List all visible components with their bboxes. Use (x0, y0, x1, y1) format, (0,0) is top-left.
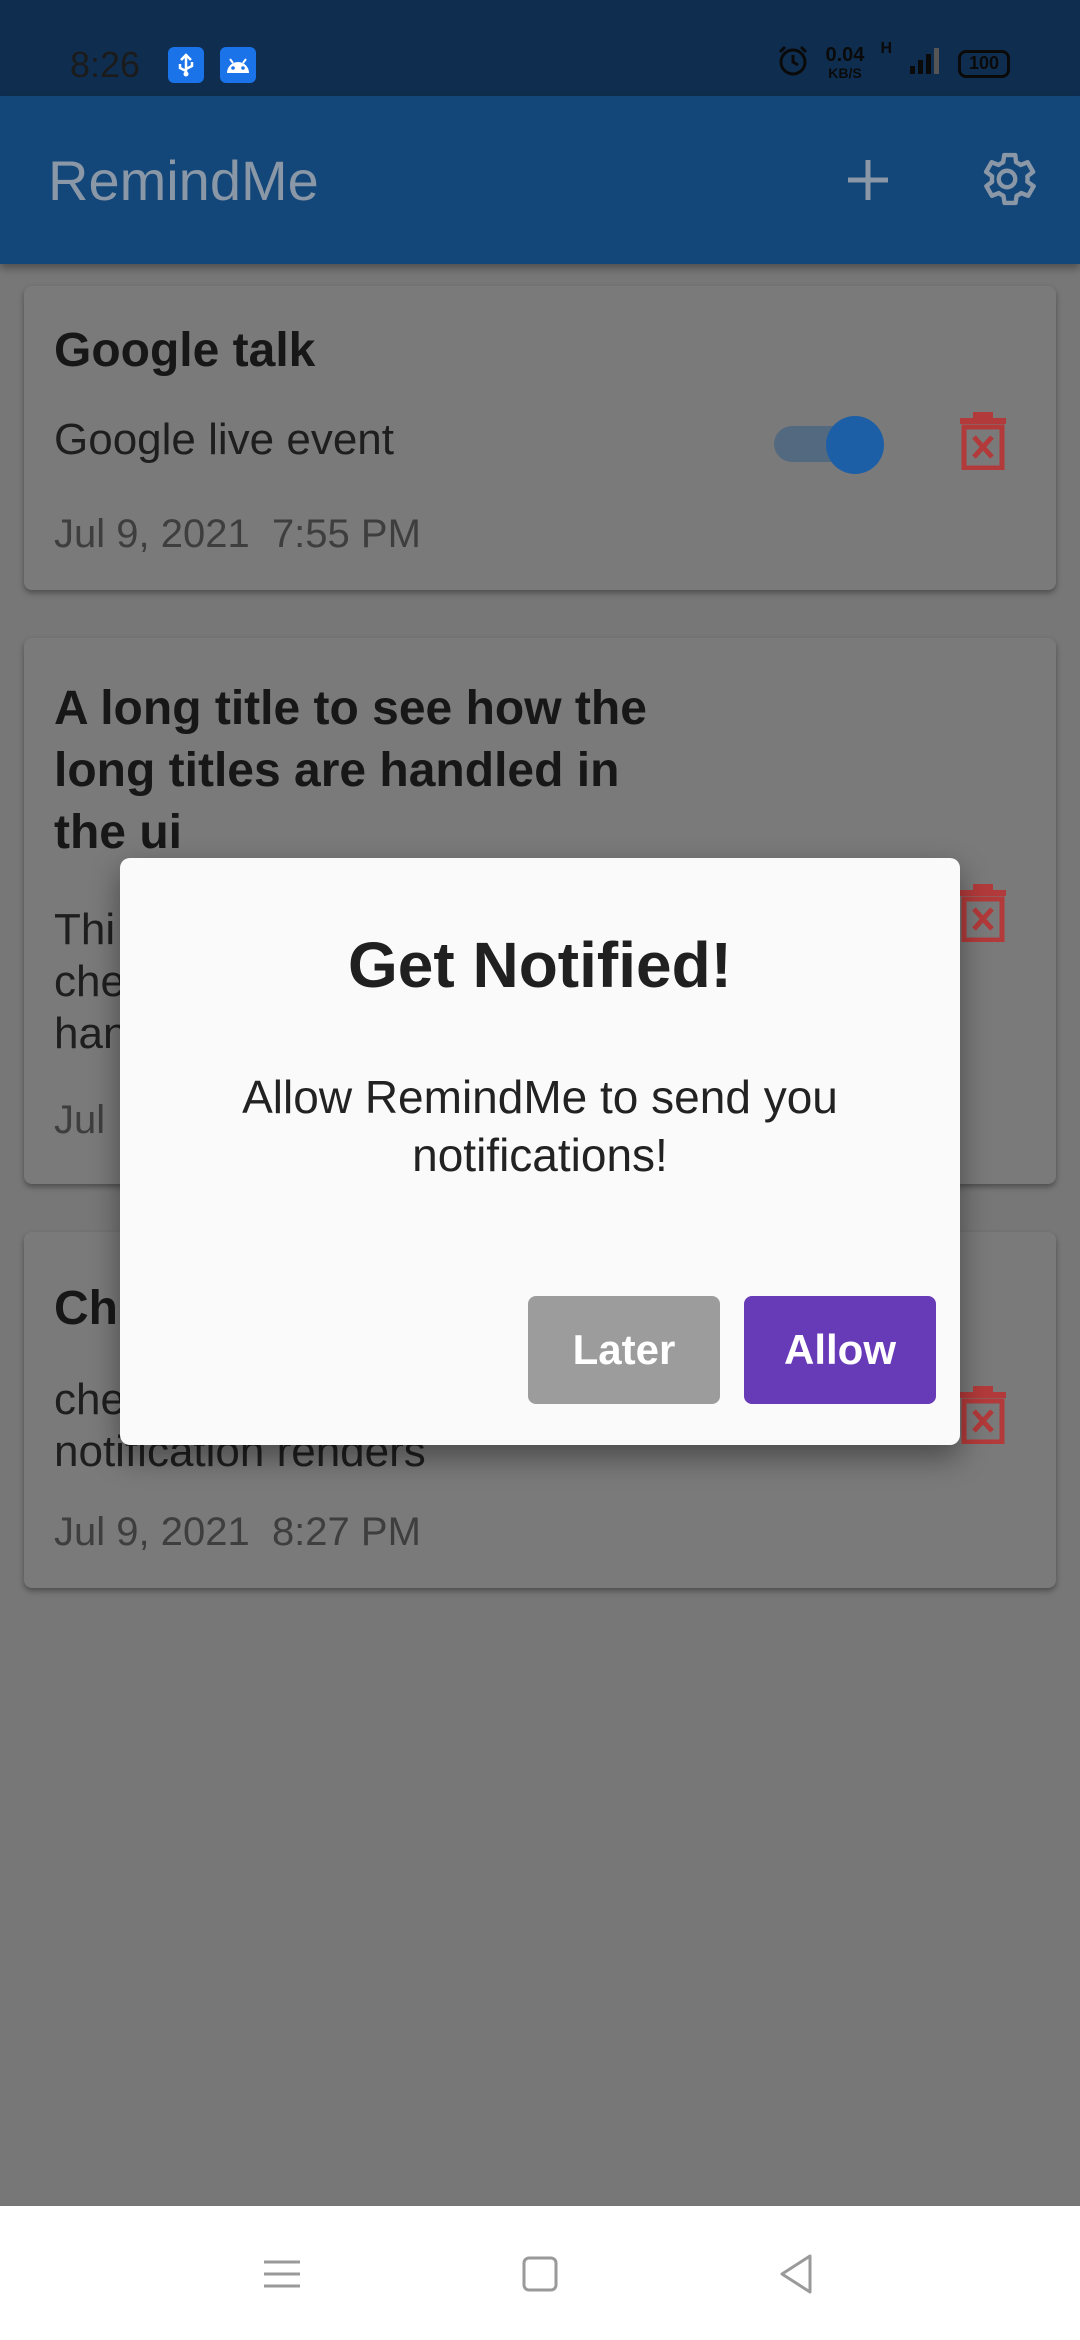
speed-value: 0.04 (825, 43, 865, 66)
reminder-time: 7:55 PM (271, 512, 421, 556)
menu-icon (264, 2260, 300, 2288)
notification-permission-dialog: Get Notified! Allow RemindMe to send you… (120, 858, 960, 1445)
android-icon (220, 47, 256, 83)
reminder-datetime: Jul 9, 2021 8:27 PM (54, 1510, 421, 1555)
usb-icon (168, 47, 204, 83)
reminder-date: Jul (54, 1098, 106, 1142)
reminder-date: Jul 9, 2021 (54, 512, 250, 556)
delete-button[interactable] (958, 882, 1008, 943)
battery-indicator: 100 (958, 49, 1010, 78)
reminder-toggle[interactable] (774, 416, 884, 474)
reminder-date: Jul 9, 2021 (54, 1510, 250, 1554)
app-bar: RemindMe (0, 96, 1080, 264)
later-button[interactable]: Later (528, 1296, 720, 1404)
reminder-time: 8:27 PM (271, 1510, 421, 1554)
dialog-message: Allow RemindMe to send you notifications… (242, 1071, 838, 1181)
home-button[interactable] (512, 2246, 568, 2302)
network-type: H (880, 40, 892, 57)
system-navigation-bar (0, 2206, 1080, 2340)
reminder-title-line: A long title to see how the (54, 682, 647, 735)
status-time: 8:26 (70, 44, 141, 85)
reminder-title: A long title to see how the long titles … (54, 678, 647, 864)
reminder-description-line: che (54, 957, 125, 1006)
reminder-datetime: Jul 9, 2021 7:55 PM (54, 512, 421, 557)
reminder-title-line: long titles are handled in (54, 744, 620, 797)
delete-icon (960, 884, 1006, 943)
reminder-card[interactable]: Google talk Google live event Jul 9, 202… (24, 286, 1056, 590)
toggle-thumb (826, 416, 884, 474)
delete-icon (960, 412, 1006, 471)
add-reminder-button[interactable] (836, 148, 900, 212)
recent-apps-button[interactable] (254, 2246, 310, 2302)
app-title: RemindMe (48, 149, 319, 212)
settings-button[interactable] (974, 146, 1040, 212)
alarm-icon (776, 44, 810, 83)
reminder-description: Thi che han (54, 904, 127, 1060)
reminder-description-line: han (54, 1009, 128, 1058)
status-bar: 8:26 0.04 KB/S H 100 (0, 0, 1080, 96)
status-right: 0.04 KB/S H 100 (776, 40, 1010, 83)
delete-button[interactable] (958, 410, 1008, 471)
back-triangle-icon (780, 2254, 812, 2294)
delete-button[interactable] (958, 1384, 1008, 1445)
gear-icon (983, 152, 1036, 206)
add-icon (848, 160, 888, 200)
reminder-description-line: Thi (54, 905, 116, 954)
speed-unit: KB/S (828, 64, 862, 81)
back-button[interactable] (768, 2246, 824, 2302)
allow-button[interactable]: Allow (744, 1296, 936, 1404)
delete-icon (960, 1386, 1006, 1445)
reminder-title: Google talk (54, 324, 316, 377)
dialog-title: Get Notified! (348, 929, 732, 1001)
network-speed: 0.04 KB/S (825, 43, 865, 82)
home-square-icon (522, 2256, 558, 2292)
signal-icon (908, 46, 942, 81)
reminder-description: Google live event (54, 415, 394, 464)
reminder-title-line: the ui (54, 806, 182, 859)
reminder-title: Ch (54, 1282, 118, 1335)
